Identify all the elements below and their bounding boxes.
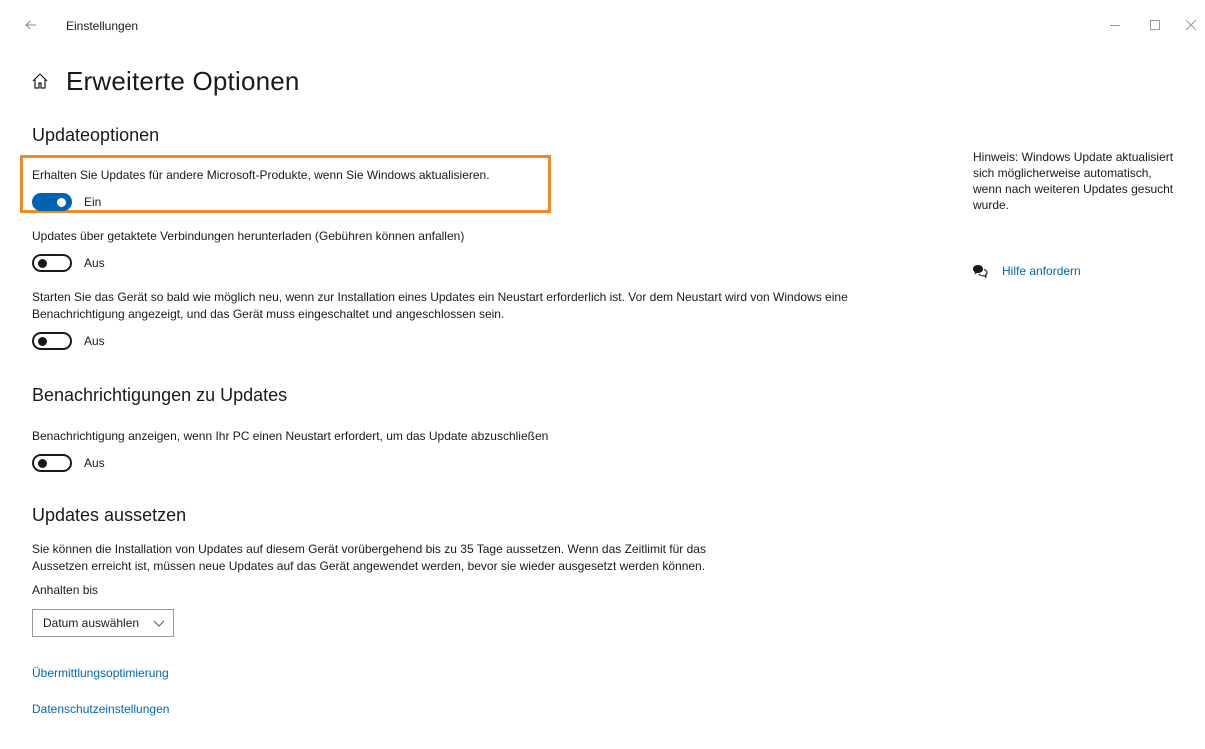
hint-line-1: Hinweis: Windows Update aktualisiert bbox=[973, 150, 1174, 164]
page-title: Erweiterte Optionen bbox=[66, 65, 300, 96]
pause-description-line2: Aussetzen erreicht ist, müssen neue Upda… bbox=[32, 559, 706, 573]
toggle-restart-notification[interactable] bbox=[32, 454, 72, 472]
help-chat-icon bbox=[972, 263, 990, 279]
link-delivery-optimization[interactable]: Übermittlungsoptimierung bbox=[32, 666, 169, 680]
toggle-restart-asap[interactable] bbox=[32, 332, 72, 350]
section-title-update-options: Updateoptionen bbox=[32, 125, 160, 145]
hint-line-3: wenn nach weiteren Updates gesucht bbox=[973, 182, 1174, 196]
toggle-state-label: Aus bbox=[84, 456, 105, 470]
maximize-button[interactable] bbox=[1140, 14, 1170, 36]
link-privacy-settings[interactable]: Datenschutzeinstellungen bbox=[32, 702, 169, 716]
setting-description-restart-line2: Benachrichtigung angezeigt, und das Gerä… bbox=[32, 307, 505, 321]
get-help-link[interactable]: Hilfe anfordern bbox=[972, 262, 1081, 280]
chevron-down-icon bbox=[153, 620, 165, 627]
setting-description-restart-notification: Benachrichtigung anzeigen, wenn Ihr PC e… bbox=[32, 429, 549, 443]
pause-description-line1: Sie können die Installation von Updates … bbox=[32, 542, 706, 556]
page-header: Erweiterte Optionen bbox=[30, 64, 300, 98]
home-icon[interactable] bbox=[30, 71, 50, 91]
close-icon bbox=[1186, 20, 1196, 30]
help-link-label: Hilfe anfordern bbox=[1002, 264, 1081, 278]
minimize-icon bbox=[1110, 25, 1120, 26]
setting-other-products-row: Ein bbox=[32, 192, 101, 212]
minimize-button[interactable] bbox=[1100, 14, 1130, 36]
toggle-state-label: Ein bbox=[84, 195, 102, 209]
section-title-pause-updates: Updates aussetzen bbox=[32, 505, 187, 525]
toggle-state-label: Aus bbox=[84, 334, 105, 348]
toggle-other-products[interactable] bbox=[32, 193, 72, 211]
toggle-metered-connections[interactable] bbox=[32, 254, 72, 272]
arrow-left-icon bbox=[25, 20, 36, 30]
toggle-state-label: Aus bbox=[84, 256, 105, 270]
maximize-icon bbox=[1150, 20, 1160, 30]
setting-restart-notification-row: Aus bbox=[32, 453, 105, 473]
setting-description-restart-line1: Starten Sie das Gerät so bald wie möglic… bbox=[32, 290, 848, 304]
close-button[interactable] bbox=[1176, 14, 1205, 36]
setting-metered-row: Aus bbox=[32, 253, 105, 273]
back-button[interactable] bbox=[18, 12, 44, 38]
setting-description-restart: Starten Sie das Gerät so bald wie möglic… bbox=[32, 289, 848, 323]
setting-description-other-products: Erhalten Sie Updates für andere Microsof… bbox=[32, 168, 490, 182]
pause-date-dropdown[interactable]: Datum auswählen bbox=[32, 609, 174, 637]
setting-description-metered: Updates über getaktete Verbindungen heru… bbox=[32, 229, 465, 243]
date-dropdown-value: Datum auswählen bbox=[43, 616, 140, 630]
update-hint: Hinweis: Windows Update aktualisiert sic… bbox=[973, 149, 1195, 213]
app-title: Einstellungen bbox=[66, 19, 139, 33]
hint-line-4: wurde. bbox=[973, 198, 1010, 212]
settings-window: Einstellungen Erweiterte Optionen Update… bbox=[0, 0, 1205, 749]
pause-description: Sie können die Installation von Updates … bbox=[32, 541, 706, 575]
setting-restart-row: Aus bbox=[32, 331, 105, 351]
section-title-notifications: Benachrichtigungen zu Updates bbox=[32, 385, 288, 405]
pause-until-label: Anhalten bis bbox=[32, 583, 99, 597]
title-bar: Einstellungen bbox=[0, 0, 1205, 52]
hint-line-2: sich möglicherweise automatisch, bbox=[973, 166, 1152, 180]
